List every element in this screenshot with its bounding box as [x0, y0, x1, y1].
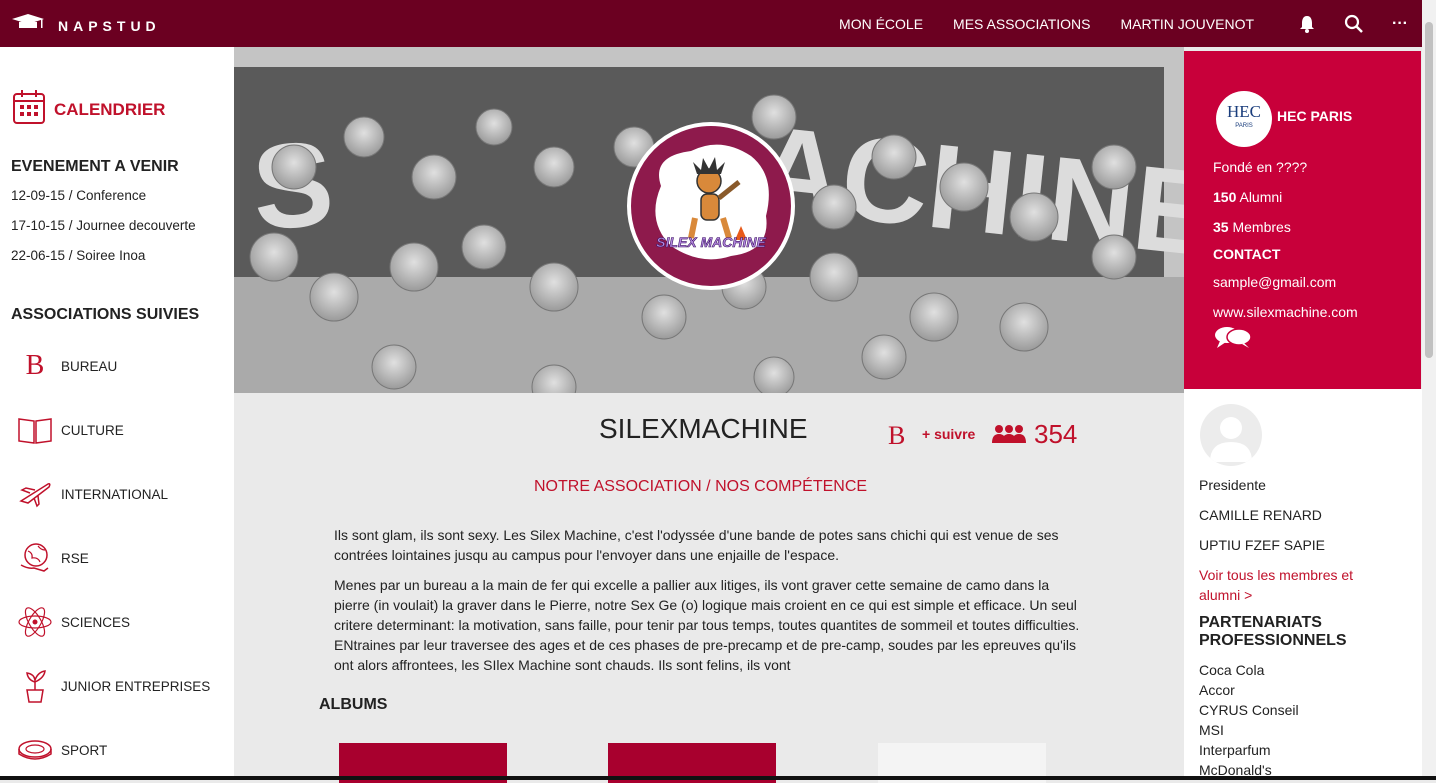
nav-mes-associations[interactable]: MES ASSOCIATIONS: [953, 16, 1090, 32]
description-paragraph: Menes par un bureau a la main de fer qui…: [334, 577, 1080, 673]
atom-icon: [17, 604, 53, 640]
calendar-link[interactable]: CALENDRIER: [12, 89, 165, 130]
logo-text: SILEX MACHINE: [656, 234, 766, 251]
plant-icon: [17, 668, 53, 704]
nav-user-profile[interactable]: MARTIN JOUVENOT: [1120, 16, 1254, 32]
member-count: 354: [1034, 419, 1078, 449]
brand[interactable]: NAPSTUD: [12, 14, 161, 37]
partner-item[interactable]: Accor: [1199, 682, 1235, 698]
sidebar-item-label: SPORT: [61, 742, 108, 758]
association-content: SILEXMACHINE B + suivre 354 NOTRE ASSOCI…: [234, 393, 1184, 783]
members-icon: [992, 424, 1026, 449]
events-title: EVENEMENT A VENIR: [11, 158, 179, 175]
partner-item[interactable]: MSI: [1199, 722, 1224, 738]
avatar[interactable]: [1200, 404, 1262, 466]
alumni-number: 150: [1213, 189, 1237, 205]
school-card: HEC PARIS HEC PARIS Fondé en ???? 150 Al…: [1184, 51, 1421, 389]
members-number: 35: [1213, 219, 1229, 235]
sidebar-item-junior-entreprises[interactable]: JUNIOR ENTREPRISES: [17, 666, 227, 706]
member-role: Presidente: [1199, 477, 1266, 493]
bureau-b-icon: B: [888, 421, 906, 450]
association-logo: SILEX MACHINE: [627, 122, 795, 290]
scrollbar-thumb[interactable]: [1425, 22, 1433, 358]
globe-hand-icon: [17, 540, 53, 576]
event-item[interactable]: 12-09-15 / Conference: [11, 188, 146, 203]
search-icon[interactable]: [1344, 14, 1364, 34]
members-panel: Presidente CAMILLE RENARD UPTIU FZEF SAP…: [1184, 389, 1422, 778]
albums-title: ALBUMS: [319, 696, 388, 713]
contact-website[interactable]: www.silexmachine.com: [1213, 304, 1358, 320]
book-icon: [17, 412, 53, 448]
sidebar-item-culture[interactable]: CULTURE: [17, 410, 227, 450]
sidebar-item-label: BUREAU: [61, 358, 118, 374]
association-name: SILEXMACHINE: [599, 413, 808, 444]
scrollbar[interactable]: [1422, 0, 1436, 780]
nav-mon-ecole[interactable]: MON ÉCOLE: [839, 16, 923, 32]
followed-associations-title: ASSOCIATIONS SUIVIES: [11, 306, 200, 323]
sidebar-item-bureau[interactable]: B BUREAU: [17, 346, 227, 386]
top-navbar: NAPSTUD MON ÉCOLE MES ASSOCIATIONS MARTI…: [0, 0, 1422, 47]
bureau-b-icon: B: [25, 350, 45, 381]
sidebar-item-international[interactable]: INTERNATIONAL: [17, 474, 227, 514]
member-name[interactable]: UPTIU FZEF SAPIE: [1199, 537, 1325, 553]
follow-button[interactable]: + suivre: [922, 426, 975, 442]
alumni-label: Alumni: [1236, 189, 1283, 205]
stadium-icon: [17, 732, 53, 768]
member-name[interactable]: CAMILLE RENARD: [1199, 507, 1322, 523]
school-logo[interactable]: HEC PARIS: [1216, 91, 1272, 147]
graduation-cap-icon: [12, 14, 44, 37]
main-nav: MON ÉCOLE MES ASSOCIATIONS MARTIN JOUVEN…: [839, 0, 1408, 47]
school-logo-text: HEC: [1227, 102, 1261, 121]
partner-item[interactable]: Interparfum: [1199, 742, 1271, 758]
sidebar-item-label: RSE: [61, 550, 89, 566]
sidebar-item-label: JUNIOR ENTREPRISES: [61, 678, 211, 694]
calendar-icon: [12, 89, 46, 130]
plane-icon: [17, 476, 53, 512]
section-subtitle: NOTRE ASSOCIATION / NOS COMPÉTENCE: [534, 478, 868, 495]
partner-item[interactable]: Coca Cola: [1199, 662, 1264, 678]
chat-icon[interactable]: [1214, 325, 1252, 354]
sidebar-item-sciences[interactable]: SCIENCES: [17, 602, 227, 642]
sidebar-item-label: CULTURE: [61, 422, 124, 438]
description-paragraph: Ils sont glam, ils sont sexy. Les Silex …: [334, 527, 1059, 563]
partner-item[interactable]: CYRUS Conseil: [1199, 702, 1299, 718]
more-icon[interactable]: ···: [1392, 15, 1408, 33]
members-label: Membres: [1228, 219, 1291, 235]
founded-date: Fondé en ????: [1213, 159, 1308, 175]
partners-title: PARTENARIATS PROFESSIONNELS: [1199, 614, 1347, 649]
left-sidebar: CALENDRIER EVENEMENT A VENIR 12-09-15 / …: [0, 47, 234, 776]
sidebar-item-sport[interactable]: SPORT: [17, 730, 227, 770]
event-item[interactable]: 17-10-15 / Journee decouverte: [11, 218, 196, 233]
school-logo-sub: PARIS: [1235, 123, 1253, 129]
alumni-count: 150 Alumni: [1213, 189, 1282, 205]
window-bottom-edge: [0, 776, 1436, 780]
school-name[interactable]: HEC PARIS: [1277, 108, 1352, 124]
contact-email[interactable]: sample@gmail.com: [1213, 274, 1336, 290]
contact-title: CONTACT: [1213, 246, 1281, 262]
members-count: 35 Membres: [1213, 219, 1291, 235]
see-all-members-link[interactable]: Voir tous les membres et alumni >: [1199, 565, 1389, 605]
sidebar-item-rse[interactable]: RSE: [17, 538, 227, 578]
bell-icon[interactable]: [1298, 15, 1316, 33]
event-item[interactable]: 22-06-15 / Soiree Inoa: [11, 248, 145, 263]
calendar-label: CALENDRIER: [54, 99, 166, 119]
sidebar-item-label: INTERNATIONAL: [61, 486, 169, 502]
sidebar-item-label: SCIENCES: [61, 614, 131, 630]
brand-name: NAPSTUD: [58, 17, 161, 34]
